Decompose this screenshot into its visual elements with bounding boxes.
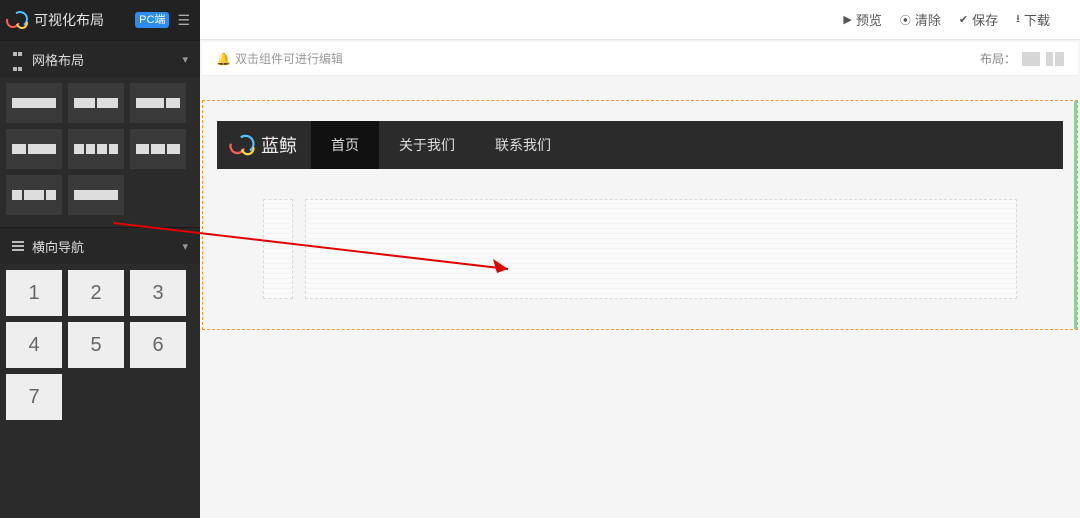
nav-preset-4[interactable]: 4	[6, 322, 62, 368]
nav-preset-1[interactable]: 1	[6, 270, 62, 316]
app-logo-icon	[6, 11, 28, 29]
nav-preset-5[interactable]: 5	[68, 322, 124, 368]
grid-preset-2-1[interactable]	[130, 83, 186, 123]
layout-switch-group: 布局：	[980, 50, 1064, 67]
nav-number-presets: 1 2 3 4 5 6 7	[0, 264, 200, 432]
main-area: ▶预览 ⦿清除 ✔保存 ⭳下载 🔔 双击组件可进行编辑 布局： 蓝鲸	[200, 0, 1080, 518]
layout-mode-full[interactable]	[1022, 52, 1040, 66]
canvas-navbar[interactable]: 蓝鲸 首页 关于我们 联系我们	[217, 121, 1063, 169]
grid-presets	[0, 77, 200, 227]
inner-col-main[interactable]	[305, 199, 1017, 299]
section-horizontal-nav: 横向导航 ▾ 1 2 3 4 5 6 7	[0, 227, 200, 432]
brand-logo-icon	[229, 135, 254, 156]
lines-icon	[12, 241, 26, 251]
layout-mode-split[interactable]	[1046, 52, 1064, 66]
app-title: 可视化布局	[34, 10, 131, 30]
sidebar-collapse-icon[interactable]: ☰	[177, 12, 190, 29]
section-title: 网格布局	[32, 50, 84, 69]
download-button[interactable]: ⭳下载	[1016, 10, 1050, 29]
nav-preset-3[interactable]: 3	[130, 270, 186, 316]
save-button[interactable]: ✔保存	[959, 10, 998, 29]
section-header-nav[interactable]: 横向导航 ▾	[0, 228, 200, 264]
check-icon: ✔	[959, 13, 968, 26]
grid-preset-1col[interactable]	[6, 83, 62, 123]
section-header-grid[interactable]: 网格布局 ▾	[0, 41, 200, 77]
grid-preset-full[interactable]	[68, 175, 124, 215]
grid-preset-4col[interactable]	[68, 129, 124, 169]
nav-preset-7[interactable]: 7	[6, 374, 62, 420]
navbar-brand[interactable]: 蓝鲸	[217, 132, 311, 158]
brand-text: 蓝鲸	[261, 132, 297, 158]
download-icon: ⭳	[1016, 10, 1020, 29]
app-root: 可视化布局 PC端 ☰ 网格布局 ▾	[0, 0, 1080, 518]
canvas-inner-row[interactable]	[263, 199, 1017, 299]
grid-preset-1-2[interactable]	[6, 129, 62, 169]
nav-preset-2[interactable]: 2	[68, 270, 124, 316]
section-title: 横向导航	[32, 237, 84, 256]
preview-button[interactable]: ▶预览	[843, 10, 881, 29]
clear-button[interactable]: ⦿清除	[900, 10, 941, 29]
sidebar: 可视化布局 PC端 ☰ 网格布局 ▾	[0, 0, 200, 518]
nav-item-about[interactable]: 关于我们	[379, 121, 475, 169]
canvas-wrapper: 蓝鲸 首页 关于我们 联系我们	[200, 76, 1080, 518]
nav-item-home[interactable]: 首页	[311, 121, 379, 169]
mode-badge[interactable]: PC端	[135, 12, 169, 28]
hint-text: 双击组件可进行编辑	[235, 50, 343, 67]
grid-preset-3col[interactable]	[130, 129, 186, 169]
grid-preset-1-2-1[interactable]	[6, 175, 62, 215]
sidebar-header: 可视化布局 PC端 ☰	[0, 0, 200, 40]
top-toolbar: ▶预览 ⦿清除 ✔保存 ⭳下载	[200, 0, 1080, 40]
layout-label: 布局：	[980, 50, 1016, 67]
hint-bar: 🔔 双击组件可进行编辑 布局：	[202, 42, 1078, 76]
grid-icon	[12, 44, 26, 74]
bell-icon: 🔔	[216, 52, 231, 66]
nav-preset-6[interactable]: 6	[130, 322, 186, 368]
chevron-down-icon: ▾	[182, 53, 188, 66]
nav-item-contact[interactable]: 联系我们	[475, 121, 571, 169]
play-icon: ▶	[843, 13, 851, 26]
drop-zone[interactable]: 蓝鲸 首页 关于我们 联系我们	[202, 100, 1078, 330]
section-grid-layout: 网格布局 ▾	[0, 40, 200, 227]
chevron-down-icon: ▾	[182, 240, 188, 253]
clear-icon: ⦿	[900, 12, 911, 28]
inner-col-left[interactable]	[263, 199, 293, 299]
grid-preset-2col[interactable]	[68, 83, 124, 123]
